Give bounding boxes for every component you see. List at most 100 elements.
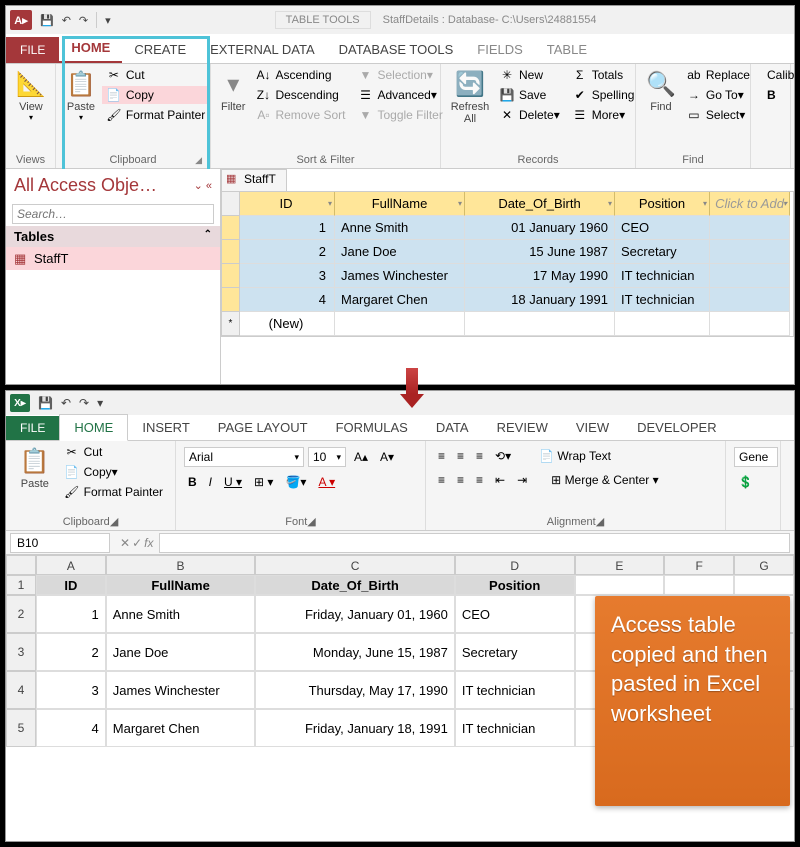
format-painter-button[interactable]: 🖌Format Painter bbox=[102, 106, 209, 124]
table-row[interactable]: 1 Anne Smith 01 January 1960 CEO bbox=[222, 216, 793, 240]
currency-icon[interactable]: 💲 bbox=[734, 473, 757, 491]
save-icon[interactable]: 💾 bbox=[34, 394, 57, 412]
select-all-cell[interactable] bbox=[6, 555, 36, 575]
new-button[interactable]: ✳New bbox=[495, 66, 564, 84]
row-header[interactable]: 5 bbox=[6, 709, 36, 747]
row-header[interactable]: 2 bbox=[6, 595, 36, 633]
undo-icon[interactable]: ↶ bbox=[57, 394, 75, 412]
copy-button[interactable]: 📄Copy ▾ bbox=[60, 463, 167, 481]
save-icon[interactable]: 💾 bbox=[36, 12, 58, 29]
wrap-text-button[interactable]: 📄 Wrap Text bbox=[535, 447, 615, 465]
decrease-font-icon[interactable]: A▾ bbox=[376, 448, 398, 466]
increase-indent-icon[interactable]: ⇥ bbox=[513, 471, 531, 489]
qat-dropdown-icon[interactable]: ▾ bbox=[93, 394, 107, 412]
dialog-launcher-icon[interactable]: ◢ bbox=[596, 516, 604, 528]
delete-button[interactable]: ✕Delete ▾ bbox=[495, 106, 564, 124]
home-tab[interactable]: HOME bbox=[59, 414, 128, 441]
redo-icon[interactable]: ↷ bbox=[75, 12, 92, 29]
data-grid[interactable]: ID▾ FullName▾ Date_Of_Birth▾ Position▾ C… bbox=[221, 191, 794, 337]
font-size-select[interactable]: 10 ▾ bbox=[308, 447, 346, 467]
column-header-e[interactable]: E bbox=[575, 555, 665, 575]
align-right-icon[interactable]: ≡ bbox=[472, 471, 487, 489]
formulas-tab[interactable]: FORMULAS bbox=[322, 415, 422, 440]
column-header-add[interactable]: Click to Add▾ bbox=[710, 192, 790, 216]
developer-tab[interactable]: DEVELOPER bbox=[623, 415, 730, 440]
advanced-button[interactable]: ☰Advanced ▾ bbox=[353, 86, 446, 104]
select-all-cell[interactable] bbox=[222, 192, 240, 216]
cut-button[interactable]: ✂Cut bbox=[60, 443, 167, 461]
border-button[interactable]: ⊞ ▾ bbox=[250, 473, 277, 491]
remove-sort-button[interactable]: A▫Remove Sort bbox=[251, 106, 349, 124]
align-middle-icon[interactable]: ≡ bbox=[453, 447, 468, 465]
nav-pane-header[interactable]: All Access Obje…⌄ « bbox=[6, 169, 220, 202]
view-tab[interactable]: VIEW bbox=[562, 415, 623, 440]
name-box[interactable]: B10 bbox=[10, 533, 110, 553]
column-header-a[interactable]: A bbox=[36, 555, 106, 575]
goto-button[interactable]: →Go To ▾ bbox=[682, 86, 754, 104]
insert-tab[interactable]: INSERT bbox=[128, 415, 203, 440]
column-header-c[interactable]: C bbox=[255, 555, 454, 575]
file-tab[interactable]: FILE bbox=[6, 37, 59, 63]
cancel-icon[interactable]: ✕ bbox=[120, 536, 130, 550]
save-record-button[interactable]: 💾Save bbox=[495, 86, 564, 104]
spelling-button[interactable]: ✔Spelling bbox=[568, 86, 639, 104]
merge-center-button[interactable]: ⊞ Merge & Center ▾ bbox=[547, 471, 662, 489]
column-header-b[interactable]: B bbox=[106, 555, 256, 575]
column-header-position[interactable]: Position▾ bbox=[615, 192, 710, 216]
bold-button[interactable]: B bbox=[763, 86, 798, 104]
table-tab[interactable]: TABLE bbox=[535, 36, 599, 63]
dropdown-icon[interactable]: ▾ bbox=[101, 12, 115, 29]
dialog-launcher-icon[interactable]: ◢ bbox=[195, 155, 202, 166]
column-header-dob[interactable]: Date_Of_Birth▾ bbox=[465, 192, 615, 216]
new-row[interactable]: * (New) bbox=[222, 312, 793, 336]
fx-icon[interactable]: fx bbox=[144, 536, 153, 550]
enter-icon[interactable]: ✓ bbox=[132, 536, 142, 550]
decrease-indent-icon[interactable]: ⇤ bbox=[491, 471, 509, 489]
ascending-button[interactable]: A↓Ascending bbox=[251, 66, 349, 84]
review-tab[interactable]: REVIEW bbox=[483, 415, 562, 440]
page-layout-tab[interactable]: PAGE LAYOUT bbox=[204, 415, 322, 440]
column-header-id[interactable]: ID▾ bbox=[240, 192, 335, 216]
refresh-all-button[interactable]: 🔄 Refresh All bbox=[449, 66, 491, 129]
external-data-tab[interactable]: EXTERNAL DATA bbox=[198, 36, 327, 63]
font-color-button[interactable]: A ▾ bbox=[314, 473, 339, 491]
underline-button[interactable]: U ▾ bbox=[220, 473, 246, 491]
column-header-g[interactable]: G bbox=[734, 555, 794, 575]
dialog-launcher-icon[interactable]: ◢ bbox=[110, 516, 118, 528]
create-tab[interactable]: CREATE bbox=[122, 36, 198, 63]
orientation-icon[interactable]: ⟲▾ bbox=[491, 447, 515, 465]
italic-button[interactable]: I bbox=[205, 473, 216, 491]
stafft-tab[interactable]: ▦StaffT bbox=[221, 169, 287, 191]
paste-button[interactable]: 📋 Paste bbox=[14, 443, 56, 494]
select-button[interactable]: ▭Select ▾ bbox=[682, 106, 754, 124]
more-button[interactable]: ☰More ▾ bbox=[568, 106, 639, 124]
find-button[interactable]: 🔍 Find bbox=[644, 66, 678, 117]
align-center-icon[interactable]: ≡ bbox=[453, 471, 468, 489]
align-left-icon[interactable]: ≡ bbox=[434, 471, 449, 489]
fill-color-button[interactable]: 🪣▾ bbox=[281, 473, 310, 491]
bold-button[interactable]: B bbox=[184, 473, 201, 491]
table-stafft-item[interactable]: ▦StaffT bbox=[6, 247, 220, 270]
table-row[interactable]: 3 James Winchester 17 May 1990 IT techni… bbox=[222, 264, 793, 288]
copy-button[interactable]: 📄Copy bbox=[102, 86, 209, 104]
tables-section-header[interactable]: Tables⌃ bbox=[6, 226, 220, 247]
row-header[interactable]: 3 bbox=[6, 633, 36, 671]
nav-search-input[interactable] bbox=[12, 204, 214, 224]
file-tab[interactable]: FILE bbox=[6, 416, 59, 440]
selection-button[interactable]: ▼Selection ▾ bbox=[353, 66, 446, 84]
filter-button[interactable]: ▾ Filter bbox=[219, 66, 247, 117]
number-format-select[interactable]: Gene bbox=[734, 447, 778, 467]
toggle-filter-button[interactable]: ▼Toggle Filter bbox=[353, 106, 446, 124]
home-tab[interactable]: HOME bbox=[59, 34, 122, 63]
column-header-fullname[interactable]: FullName▾ bbox=[335, 192, 465, 216]
undo-icon[interactable]: ↶ bbox=[58, 12, 75, 29]
formula-bar[interactable] bbox=[159, 533, 790, 553]
replace-button[interactable]: abReplace bbox=[682, 66, 754, 84]
font-family-select[interactable]: Arial ▾ bbox=[184, 447, 304, 467]
align-bottom-icon[interactable]: ≡ bbox=[472, 447, 487, 465]
table-row[interactable]: 2 Jane Doe 15 June 1987 Secretary bbox=[222, 240, 793, 264]
fields-tab[interactable]: FIELDS bbox=[465, 36, 535, 63]
redo-icon[interactable]: ↷ bbox=[75, 394, 93, 412]
table-row[interactable]: 4 Margaret Chen 18 January 1991 IT techn… bbox=[222, 288, 793, 312]
row-header[interactable]: 4 bbox=[6, 671, 36, 709]
